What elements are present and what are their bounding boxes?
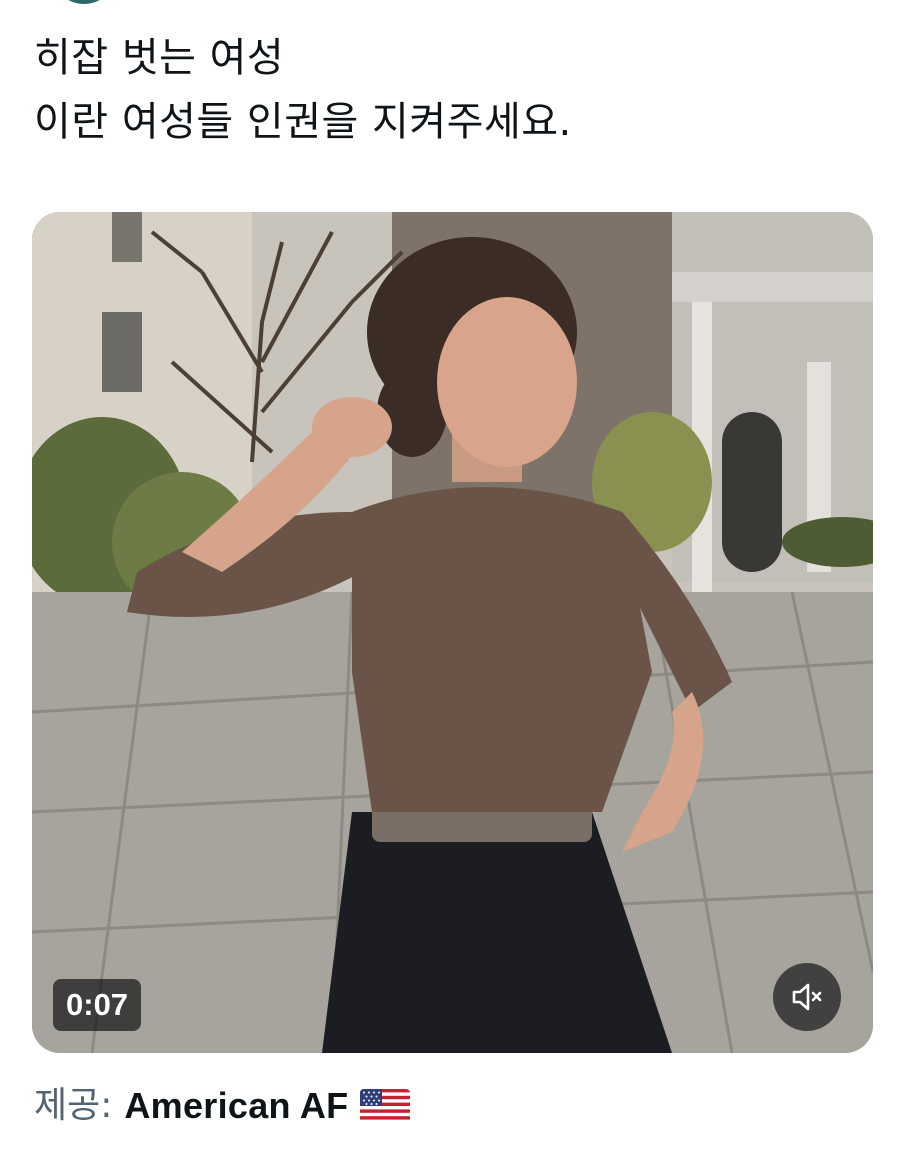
video-player[interactable]: 0:07 [32,212,873,1053]
video-frame [32,212,873,1053]
tweet-text-line-1: 히잡 벗는 여성 [34,35,285,81]
mute-button[interactable] [773,963,841,1031]
attribution-source-link[interactable]: American AF [124,1080,348,1132]
avatar[interactable] [64,0,104,4]
attribution-prefix: 제공: [34,1085,113,1126]
speaker-muted-icon [792,983,822,1011]
video-duration-badge: 0:07 [53,979,142,1031]
tweet-text: 히잡 벗는 여성 이란 여성들 인권을 지켜주세요. [34,26,874,154]
us-flag-icon [360,1089,411,1123]
video-attribution: 제공: American AF [34,1080,411,1132]
tweet-text-line-2: 이란 여성들 인권을 지켜주세요. [34,99,572,145]
